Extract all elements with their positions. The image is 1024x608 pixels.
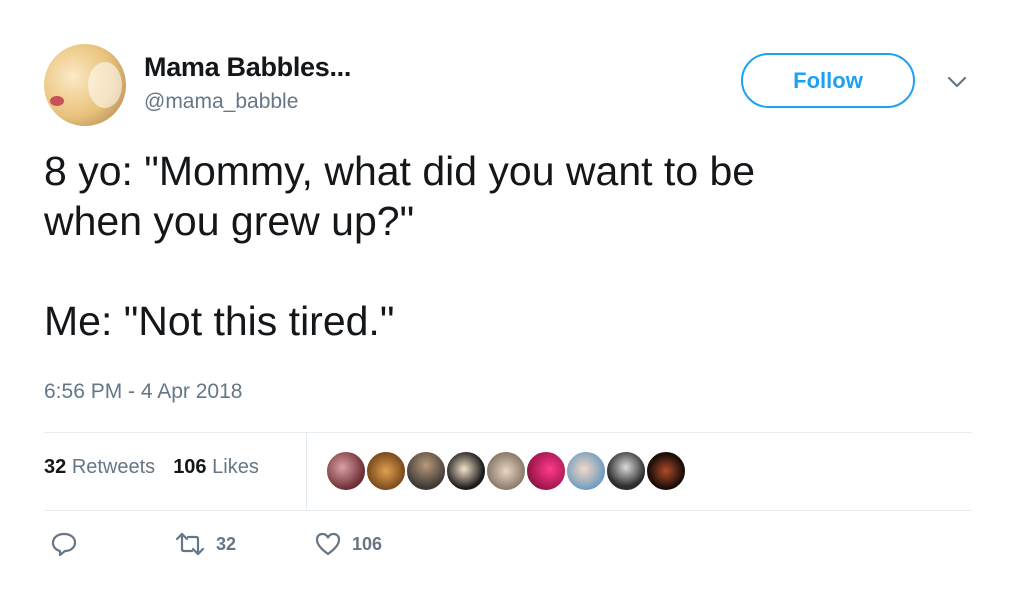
tweet-line: Me: "Not this tired." [44, 298, 395, 344]
tweet-text: 8 yo: "Mommy, what did you want to be wh… [44, 146, 944, 346]
liker-avatar[interactable] [405, 450, 447, 492]
tweet-stats: 32 Retweets 106 Likes [44, 456, 259, 479]
retweet-button[interactable]: 32 [174, 530, 236, 558]
stats-separator [306, 432, 307, 510]
liker-avatar[interactable] [525, 450, 567, 492]
liker-avatar[interactable] [445, 450, 487, 492]
tweet-line: when you grew up?" [44, 198, 415, 244]
like-count: 106 [352, 533, 383, 554]
liker-avatar[interactable] [325, 450, 367, 492]
reply-icon [51, 532, 77, 557]
divider [44, 432, 972, 433]
retweet-icon [175, 532, 205, 556]
retweet-count: 32 [216, 533, 237, 554]
likes-stat[interactable]: 106 Likes [173, 456, 259, 479]
author-avatar[interactable] [44, 44, 126, 126]
divider [44, 510, 972, 511]
liker-avatar[interactable] [485, 450, 527, 492]
likes-count: 106 [173, 456, 207, 478]
heart-icon [315, 532, 341, 556]
follow-button[interactable]: Follow [741, 53, 915, 108]
tweet-timestamp[interactable]: 6:56 PM - 4 Apr 2018 [44, 380, 242, 404]
liker-avatar[interactable] [605, 450, 647, 492]
retweets-label: Retweets [71, 456, 156, 478]
like-button[interactable]: 106 [314, 530, 382, 558]
retweets-count: 32 [44, 456, 67, 478]
liker-avatar[interactable] [645, 450, 687, 492]
tweet-line: 8 yo: "Mommy, what did you want to be [44, 148, 756, 194]
liker-avatar[interactable] [565, 450, 607, 492]
author-name[interactable]: Mama Babbles... [144, 52, 351, 83]
retweets-stat[interactable]: 32 Retweets [44, 456, 155, 479]
likes-label: Likes [212, 456, 259, 478]
author-handle[interactable]: @mama_babble [144, 90, 298, 114]
liker-avatar[interactable] [365, 450, 407, 492]
reply-button[interactable] [50, 530, 78, 558]
chevron-down-icon[interactable] [946, 74, 968, 90]
